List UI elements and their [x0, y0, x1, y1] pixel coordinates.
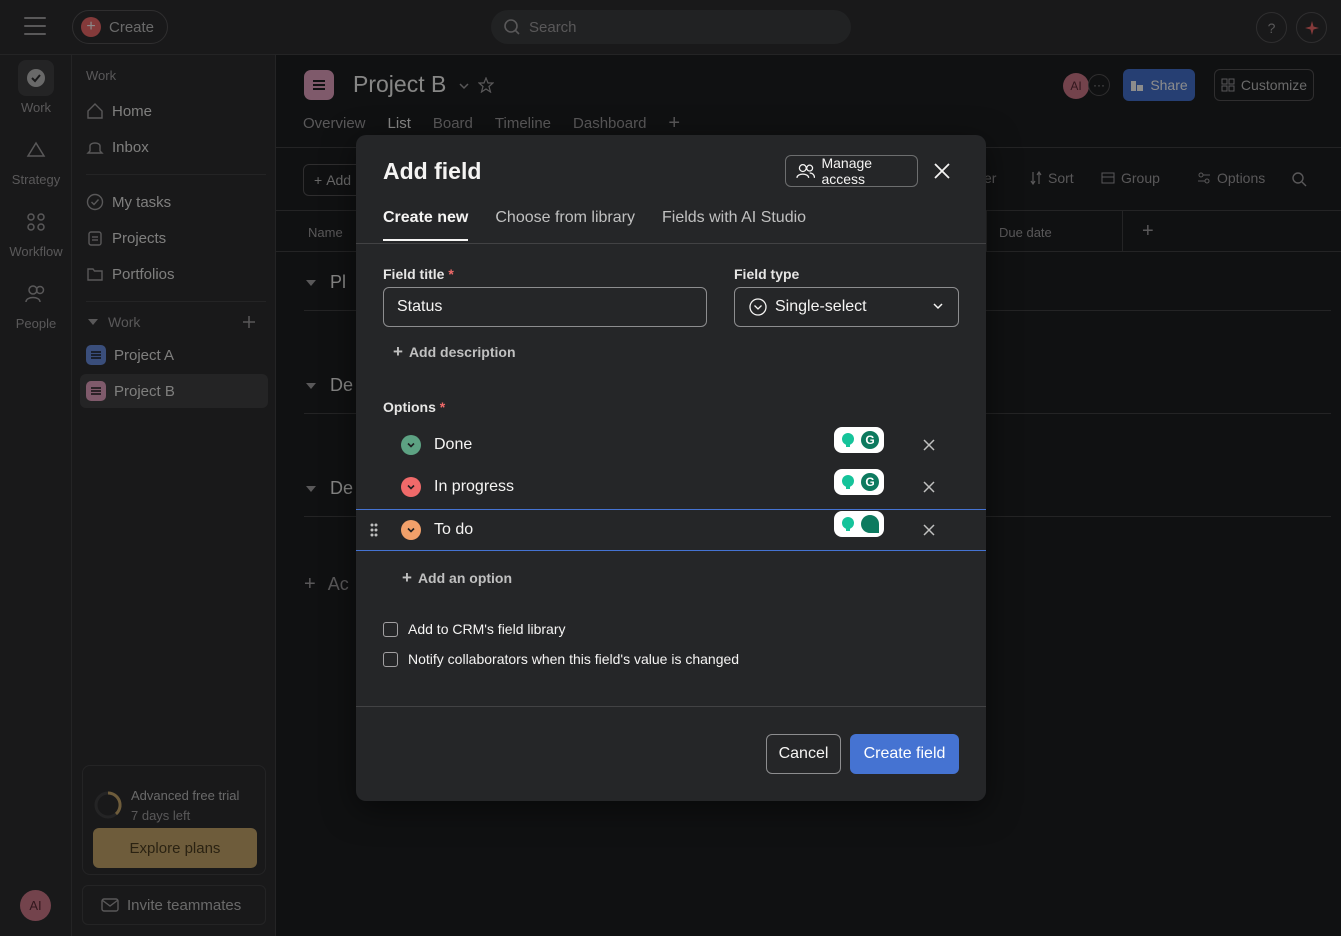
people-icon — [796, 164, 816, 178]
option-label[interactable]: Done — [434, 436, 472, 454]
add-description-label: Add description — [408, 344, 516, 360]
option-row[interactable]: Done G — [356, 424, 986, 466]
library-checkbox[interactable] — [383, 621, 398, 637]
library-checkbox-row[interactable]: Add to CRM's field library — [383, 621, 566, 637]
single-select-icon — [749, 298, 767, 316]
tab-fields-with-ai-studio[interactable]: Fields with AI Studio — [662, 209, 806, 241]
manage-access-label: Manage access — [821, 155, 873, 187]
field-title-input[interactable] — [383, 287, 707, 327]
svg-text:G: G — [865, 433, 874, 447]
options-label: Options * — [383, 399, 445, 415]
notify-checkbox-row[interactable]: Notify collaborators when this field's v… — [383, 651, 739, 667]
drag-handle-icon[interactable] — [370, 522, 378, 538]
add-option-label: Add an option — [417, 570, 513, 586]
option-row[interactable]: To do — [356, 509, 986, 551]
remove-option-icon[interactable] — [922, 523, 936, 537]
cancel-button[interactable]: Cancel — [766, 734, 841, 774]
option-color-dot[interactable] — [401, 477, 421, 497]
notify-checkbox-label: Notify collaborators when this field's v… — [408, 651, 740, 667]
field-type-value: Single-select — [775, 298, 867, 315]
svg-text:G: G — [865, 475, 874, 489]
chevron-down-icon — [407, 527, 415, 533]
option-color-dot[interactable] — [401, 435, 421, 455]
create-field-button[interactable]: Create field — [850, 734, 959, 774]
extension-badge[interactable] — [834, 511, 884, 537]
tabs-divider — [356, 243, 986, 244]
remove-option-icon[interactable] — [922, 480, 936, 494]
add-option-button[interactable]: + Add an option — [402, 568, 512, 588]
required-mark: * — [439, 399, 446, 415]
option-label[interactable]: To do — [434, 521, 473, 539]
manage-access-button[interactable]: Manage access — [785, 155, 918, 187]
extension-badge[interactable]: G — [834, 427, 884, 453]
dialog-tabs: Create new Choose from library Fields wi… — [383, 209, 806, 241]
option-row[interactable]: In progress G — [356, 466, 986, 508]
close-icon[interactable] — [932, 161, 952, 181]
notify-checkbox[interactable] — [383, 651, 398, 667]
required-mark: * — [448, 266, 454, 282]
tab-choose-from-library[interactable]: Choose from library — [495, 209, 635, 241]
options-label-text: Options — [383, 399, 436, 415]
library-checkbox-label: Add to CRM's field library — [408, 621, 566, 637]
footer-divider — [356, 706, 986, 707]
field-type-select[interactable]: Single-select — [734, 287, 959, 327]
field-type-label: Field type — [734, 266, 800, 282]
tab-create-new[interactable]: Create new — [383, 209, 469, 241]
lightbulb-icon — [841, 517, 854, 531]
chevron-down-icon — [933, 303, 943, 310]
add-description-button[interactable]: + Add description — [393, 342, 516, 362]
chevron-down-icon — [407, 442, 415, 448]
field-title-label-text: Field title — [383, 266, 445, 282]
grammarly-icon: G — [860, 473, 879, 491]
plus-icon: + — [393, 342, 403, 361]
option-color-dot[interactable] — [401, 520, 421, 540]
extension-badge[interactable]: G — [834, 469, 884, 495]
dialog-title: Add field — [383, 158, 482, 184]
add-field-dialog: Add field Manage access Create new Choos… — [356, 135, 986, 801]
grammarly-icon: G — [860, 431, 879, 449]
lightbulb-icon — [841, 433, 854, 447]
remove-option-icon[interactable] — [922, 438, 936, 452]
lightbulb-icon — [841, 475, 854, 489]
option-label[interactable]: In progress — [434, 478, 514, 496]
chat-bubble-icon — [860, 515, 879, 533]
plus-icon: + — [402, 568, 412, 587]
field-title-label: Field title * — [383, 266, 454, 282]
chevron-down-icon — [407, 484, 415, 490]
